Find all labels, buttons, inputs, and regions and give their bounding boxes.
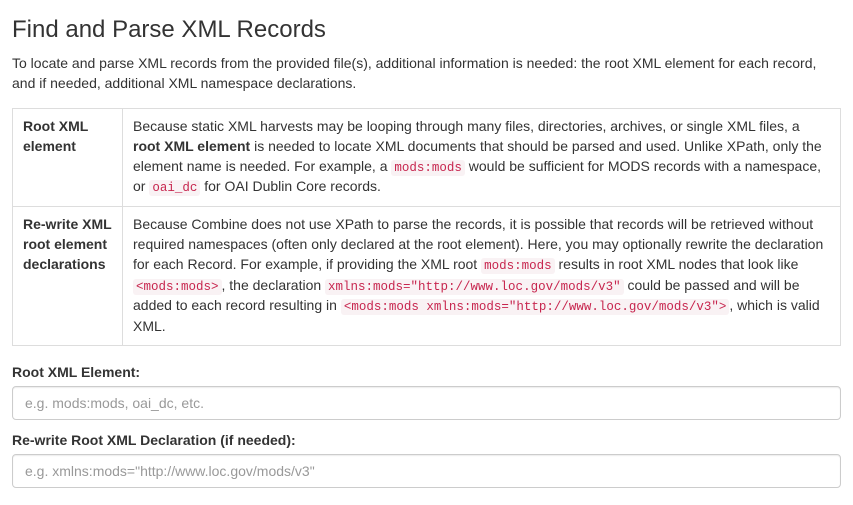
text-fragment: , the declaration xyxy=(222,277,326,293)
rewrite-declaration-label: Re-write Root XML Declaration (if needed… xyxy=(12,432,841,448)
row2-label: Re-write XML root element declarations xyxy=(13,207,123,346)
page-title: Find and Parse XML Records xyxy=(12,16,841,44)
row2-content: Because Combine does not use XPath to pa… xyxy=(123,207,841,346)
intro-text: To locate and parse XML records from the… xyxy=(12,54,841,94)
code-fragment: oai_dc xyxy=(149,180,200,196)
rewrite-declaration-input[interactable] xyxy=(12,454,841,488)
bold-term: root XML element xyxy=(133,138,250,154)
code-fragment: <mods:mods> xyxy=(133,279,222,295)
table-row: Root XML element Because static XML harv… xyxy=(13,108,841,206)
code-fragment: <mods:mods xmlns:mods="http://www.loc.go… xyxy=(341,299,730,315)
root-element-label: Root XML Element: xyxy=(12,364,841,380)
table-row: Re-write XML root element declarations B… xyxy=(13,207,841,346)
code-fragment: xmlns:mods="http://www.loc.gov/mods/v3" xyxy=(325,279,624,295)
code-fragment: mods:mods xyxy=(391,160,465,176)
code-fragment: mods:mods xyxy=(481,258,555,274)
text-fragment: results in root XML nodes that look like xyxy=(555,256,799,272)
row1-content: Because static XML harvests may be loopi… xyxy=(123,108,841,206)
row1-label: Root XML element xyxy=(13,108,123,206)
info-table: Root XML element Because static XML harv… xyxy=(12,108,841,346)
text-fragment: for OAI Dublin Core records. xyxy=(200,178,381,194)
text-fragment: Because static XML harvests may be loopi… xyxy=(133,118,800,134)
root-element-input[interactable] xyxy=(12,386,841,420)
